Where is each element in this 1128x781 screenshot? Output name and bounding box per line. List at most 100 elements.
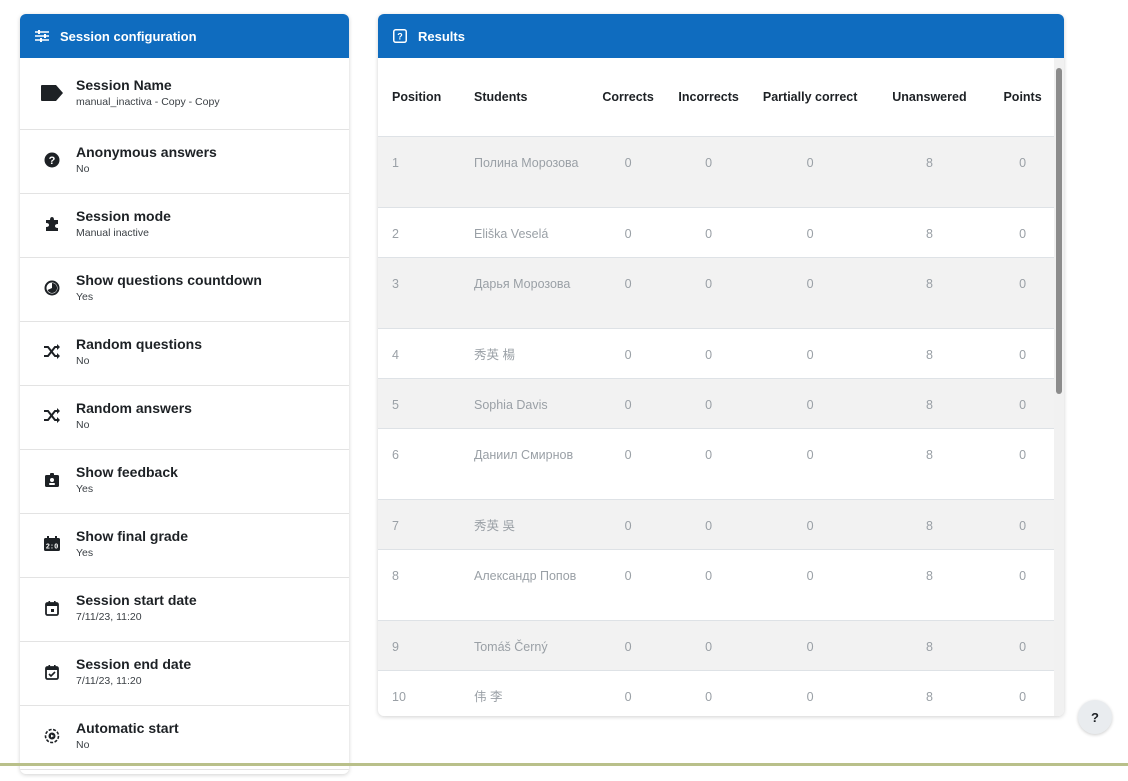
cell-student: 秀英 楊 [467,328,592,379]
shuffle-icon [40,340,64,364]
countdown-icon [40,276,64,300]
session-configuration-title: Session configuration [60,28,197,44]
cell-corrects: 0 [591,620,665,671]
config-title: Show questions countdown [76,272,262,288]
column-header-corrects[interactable]: Corrects [591,58,665,137]
config-value: manual_inactiva - Copy - Copy [76,96,220,108]
config-title: Random questions [76,336,203,352]
config-value: No [76,419,90,431]
config-title: Automatic start [76,720,179,736]
cell-corrects: 0 [591,499,665,550]
cell-unanswered: 8 [867,670,992,716]
table-row: 7 秀英 吳 0 0 0 8 0 [378,499,1054,550]
cell-points: 0 [991,620,1054,671]
cell-unanswered: 8 [867,549,992,621]
bottom-divider [0,763,1128,766]
cell-incorrects: 0 [664,670,753,716]
cell-incorrects: 0 [664,428,753,500]
svg-text:?: ? [49,155,56,167]
config-item-show-questions-countdown: Show questions countdown Yes [20,258,349,322]
cell-corrects: 0 [591,378,665,429]
config-title: Session start date [76,592,197,608]
cell-student: Sophia Davis [467,378,592,429]
config-value: Yes [76,483,94,495]
config-value: Yes [76,291,94,303]
column-header-position[interactable]: Position [378,58,468,137]
table-row: 4 秀英 楊 0 0 0 8 0 [378,328,1054,379]
cell-student: Дарья Морозова [467,257,592,329]
results-scrollbar-track[interactable] [1054,58,1064,716]
results-table: Position Students Corrects Incorrects Pa… [378,58,1054,716]
cell-position: 5 [378,378,468,429]
sliders-icon [34,28,50,44]
config-title: Show final grade [76,528,189,544]
table-row: 6 Даниил Смирнов 0 0 0 8 0 [378,428,1054,500]
scoreboard-icon: 2:0 [40,532,64,556]
cell-partial: 0 [752,257,868,329]
config-title: Session Name [76,77,172,93]
cell-partial: 0 [752,328,868,379]
cell-incorrects: 0 [664,207,753,258]
config-item-random-answers: Random answers No [20,386,349,450]
cell-partial: 0 [752,136,868,208]
cell-student: Александр Попов [467,549,592,621]
cell-position: 2 [378,207,468,258]
table-row: 9 Tomáš Černý 0 0 0 8 0 [378,620,1054,671]
cell-position: 1 [378,136,468,208]
table-row: 5 Sophia Davis 0 0 0 8 0 [378,378,1054,429]
config-title: Show feedback [76,464,178,480]
cell-student: Даниил Смирнов [467,428,592,500]
cell-unanswered: 8 [867,499,992,550]
config-list: Session Name manual_inactiva - Copy - Co… [20,58,349,770]
config-value: 7/11/23, 11:20 [76,611,142,623]
question-square-icon: ? [392,28,408,44]
cell-points: 0 [991,328,1054,379]
table-row: 3 Дарья Морозова 0 0 0 8 0 [378,257,1054,329]
cell-corrects: 0 [591,549,665,621]
cell-position: 10 [378,670,468,716]
cell-student: Полина Морозова [467,136,592,208]
config-title: Session end date [76,656,192,672]
config-value: No [76,739,90,751]
cell-partial: 0 [752,620,868,671]
config-title: Session mode [76,208,171,224]
results-table-container[interactable]: Position Students Corrects Incorrects Pa… [378,58,1064,716]
cell-student: 秀英 吳 [467,499,592,550]
cell-unanswered: 8 [867,136,992,208]
question-circle-icon: ? [40,148,64,172]
cell-unanswered: 8 [867,257,992,329]
cell-points: 0 [991,499,1054,550]
cell-partial: 0 [752,378,868,429]
cell-points: 0 [991,549,1054,621]
column-header-unanswered[interactable]: Unanswered [867,58,992,137]
cell-partial: 0 [752,670,868,716]
calendar-icon [40,596,64,620]
cell-unanswered: 8 [867,378,992,429]
auto-start-icon [40,724,64,748]
config-item-show-final-grade: 2:0 Show final grade Yes [20,514,349,578]
column-header-partially-correct[interactable]: Partially correct [752,58,868,137]
cell-partial: 0 [752,499,868,550]
config-item-random-questions: Random questions No [20,322,349,386]
results-title: Results [418,28,465,44]
tag-icon [40,81,64,105]
cell-position: 7 [378,499,468,550]
session-configuration-header: Session configuration [20,14,349,58]
config-value: No [76,163,90,175]
cell-corrects: 0 [591,328,665,379]
column-header-incorrects[interactable]: Incorrects [664,58,753,137]
results-scrollbar-thumb[interactable] [1056,68,1062,394]
help-button[interactable]: ? [1078,700,1112,734]
puzzle-icon [40,212,64,236]
column-header-students[interactable]: Students [467,58,592,137]
config-value: Yes [76,547,94,559]
column-header-points[interactable]: Points [991,58,1054,137]
cell-student: Tomáš Černý [467,620,592,671]
cell-incorrects: 0 [664,499,753,550]
cell-points: 0 [991,257,1054,329]
cell-unanswered: 8 [867,328,992,379]
config-item-automatic-start: Automatic start No [20,706,349,770]
cell-corrects: 0 [591,257,665,329]
calendar-check-icon [40,660,64,684]
config-item-session-mode: Session mode Manual inactive [20,194,349,258]
